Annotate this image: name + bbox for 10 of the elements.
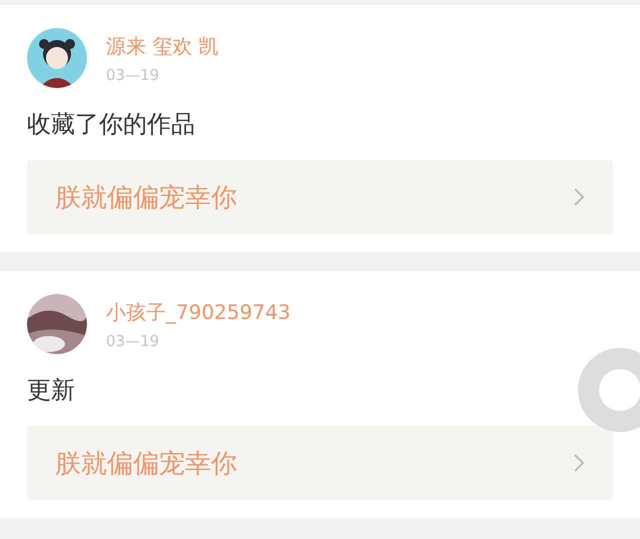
chevron-right-icon bbox=[573, 453, 585, 473]
activity-text: 收藏了你的作品 bbox=[27, 109, 196, 140]
post-date: 03—19 bbox=[106, 66, 160, 84]
work-link[interactable]: 朕就偏偏宠幸你 bbox=[27, 426, 613, 500]
work-link[interactable]: 朕就偏偏宠幸你 bbox=[27, 160, 613, 234]
post-date: 03—19 bbox=[106, 332, 160, 350]
activity-text: 更新 bbox=[27, 375, 76, 406]
user-name[interactable]: 源来 玺欢 凯 bbox=[106, 32, 219, 60]
chevron-right-icon bbox=[573, 187, 585, 207]
user-name[interactable]: 小孩子_790259743 bbox=[106, 298, 291, 326]
